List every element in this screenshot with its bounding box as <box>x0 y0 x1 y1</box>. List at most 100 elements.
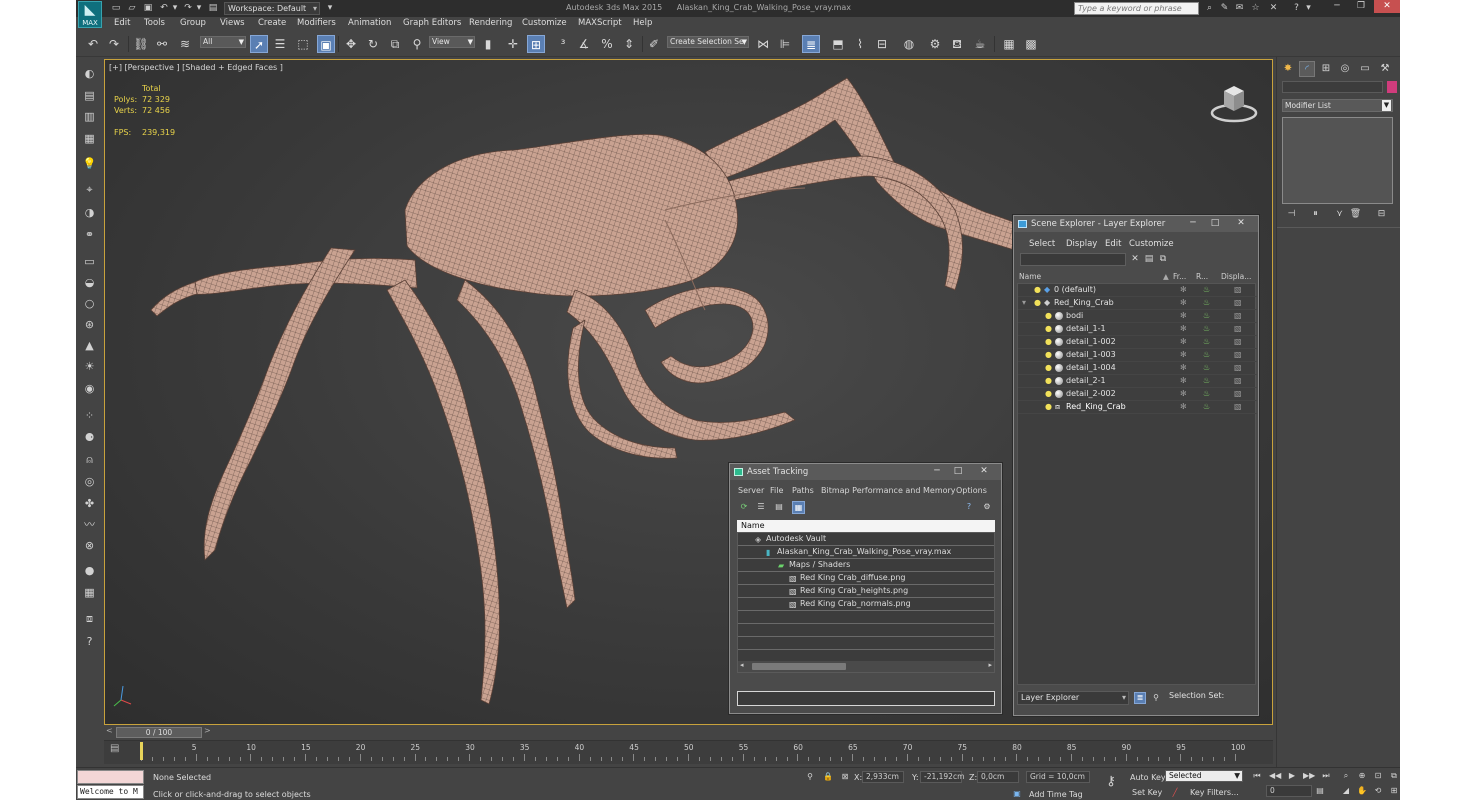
at-menu-server[interactable]: Server <box>738 486 764 495</box>
close-window-button[interactable]: ✕ <box>1374 0 1400 13</box>
absolute-mode-icon[interactable]: ⊠ <box>839 771 851 783</box>
at-menu-paths[interactable]: Paths <box>792 486 814 495</box>
redo-dropdown-icon[interactable]: ▾ <box>193 2 205 14</box>
bulb-icon[interactable]: ● <box>1045 363 1052 372</box>
track-bar[interactable]: ▤ 5 10 15 20 25 30 35 40 45 50 55 60 65 70 75 80 85 90 95 1… <box>104 740 1273 764</box>
next-frame-icon[interactable]: > <box>204 726 211 735</box>
time-slider[interactable]: < 0 / 100 > <box>104 726 1273 738</box>
particles-icon[interactable]: ⁘ <box>81 407 98 424</box>
material-ball-icon[interactable]: ● <box>81 562 98 579</box>
set-key-icon[interactable]: ╱ <box>1169 787 1181 799</box>
object-color-swatch[interactable] <box>1387 81 1397 93</box>
key-mode-dropdown[interactable]: Selected ▼ <box>1165 770 1243 782</box>
bulb-icon[interactable]: ● <box>1045 389 1052 398</box>
group-row[interactable]: ● ⧈ Red_King_Crab ✻ ♨ ▧ <box>1018 401 1257 414</box>
time-tag-icon[interactable]: ▣ <box>1011 788 1023 800</box>
create-layer-icon[interactable]: ▤ <box>1143 253 1155 265</box>
display-icon[interactable]: ▧ <box>1234 337 1242 346</box>
render-elements-icon[interactable]: ▦ <box>81 584 98 601</box>
next-key-icon[interactable]: ▶▶ <box>1303 770 1315 782</box>
toggle-scene-explorer-icon[interactable]: ≣ <box>802 35 820 53</box>
align-icon[interactable]: ⊫ <box>776 35 794 53</box>
maximize-panel-button[interactable]: □ <box>1208 217 1222 229</box>
bulb-icon[interactable]: ● <box>1045 337 1052 346</box>
display-icon[interactable]: ▧ <box>1234 389 1242 398</box>
sort-by-hierarchy-icon[interactable]: ⚲ <box>1150 692 1162 704</box>
layer-explorer-icon[interactable]: ⬒ <box>829 35 847 53</box>
modify-tab-icon[interactable]: ◜ <box>1299 61 1315 77</box>
menu-help[interactable]: Help <box>633 18 652 28</box>
key-icon[interactable]: ⚷ <box>1102 775 1120 792</box>
rendered-frame-window-icon[interactable]: ⛾ <box>948 35 966 53</box>
add-to-layer-icon[interactable]: ⧉ <box>1157 253 1169 265</box>
layer-row[interactable]: ▾ ● ◆ Red_King_Crab ✻ ♨ ▧ <box>1018 297 1257 310</box>
window-crossing-icon[interactable]: ▣ <box>317 35 335 53</box>
spotlight-icon[interactable]: ◑ <box>81 204 98 221</box>
menu-customize[interactable]: Customize <box>522 18 567 28</box>
explorer-type-dropdown[interactable]: Layer Explorer ▾ <box>1017 691 1129 705</box>
save-file-icon[interactable]: ▣ <box>142 2 154 14</box>
freeze-icon[interactable]: ✻ <box>1180 324 1187 333</box>
object-row[interactable]: ● detail_1-004 ✻ ♨ ▧ <box>1018 362 1257 375</box>
scene-explorer-search-input[interactable] <box>1020 253 1126 266</box>
mini-curve-editor-icon[interactable]: ▤ <box>110 743 119 754</box>
cloth-icon[interactable]: ⊗ <box>81 537 98 554</box>
new-scene-icon[interactable]: ▭ <box>110 2 122 14</box>
z-coordinate-field[interactable]: 0,0cm <box>977 771 1019 783</box>
time-configuration-icon[interactable]: ▤ <box>1314 785 1326 797</box>
render-icon[interactable]: ▤ <box>81 87 98 104</box>
options-help-icon[interactable]: ⚙ <box>981 501 993 513</box>
favorites-star-icon[interactable]: ☆ <box>1249 1 1262 16</box>
column-renderable[interactable]: R... <box>1196 272 1208 282</box>
bones-icon[interactable]: ⚈ <box>81 429 98 446</box>
thumbnail-view-icon[interactable]: ▤ <box>773 501 785 513</box>
display-icon[interactable]: ▧ <box>1234 311 1242 320</box>
redo-icon[interactable]: ↷ <box>105 35 123 53</box>
play-icon[interactable]: ▶ <box>1286 770 1298 782</box>
unlink-selection-icon[interactable]: ⚯ <box>153 35 171 53</box>
object-row[interactable]: ● detail_2-002 ✻ ♨ ▧ <box>1018 388 1257 401</box>
freeze-icon[interactable]: ✻ <box>1180 376 1187 385</box>
asset-column-name[interactable]: Name <box>737 520 995 532</box>
cone-icon[interactable]: ▲ <box>81 337 98 354</box>
go-to-start-icon[interactable]: ⏮ <box>1251 770 1263 782</box>
select-and-link-icon[interactable]: ⛓ <box>132 35 150 53</box>
freeze-icon[interactable]: ✻ <box>1180 363 1187 372</box>
angle-snap-icon[interactable]: ∡ <box>575 35 593 53</box>
menu-maxscript[interactable]: MAXScript <box>578 18 622 28</box>
field-of-view-icon[interactable]: ◢ <box>1340 785 1352 797</box>
display-tab-icon[interactable]: ▭ <box>1357 61 1373 77</box>
list-view-icon[interactable]: ☰ <box>755 501 767 513</box>
undo-icon[interactable]: ↶ <box>84 35 102 53</box>
bulb-icon[interactable]: ● <box>1034 298 1041 307</box>
dome-icon[interactable]: ◒ <box>81 274 98 291</box>
se-menu-display[interactable]: Display <box>1066 239 1097 249</box>
menu-edit[interactable]: Edit <box>114 18 130 28</box>
minimize-panel-button[interactable]: ─ <box>930 465 944 477</box>
restore-window-button[interactable]: ❐ <box>1349 0 1373 13</box>
teapot-icon[interactable]: ♨ <box>1203 311 1210 320</box>
configure-modifier-sets-icon[interactable]: ⊟ <box>1375 208 1388 221</box>
column-display[interactable]: Displa... <box>1221 272 1251 282</box>
se-menu-customize[interactable]: Customize <box>1129 239 1174 249</box>
go-to-end-icon[interactable]: ⏭ <box>1320 770 1332 782</box>
communication-icon[interactable]: ✉ <box>1233 1 1246 16</box>
current-frame-field[interactable]: 0 <box>1266 785 1312 797</box>
select-by-name-icon[interactable]: ☰ <box>271 35 289 53</box>
daylight-icon[interactable]: ⚭ <box>81 226 98 243</box>
bulb-icon[interactable]: ● <box>1045 311 1052 320</box>
percent-snap-icon[interactable]: % <box>598 35 616 53</box>
column-frozen[interactable]: Fr... <box>1173 272 1186 282</box>
se-menu-select[interactable]: Select <box>1029 239 1055 249</box>
add-time-tag[interactable]: Add Time Tag <box>1029 790 1083 799</box>
hair-fur-icon[interactable]: 〰 <box>81 516 98 533</box>
maxscript-listener-mini[interactable] <box>77 770 144 784</box>
object-name-field[interactable] <box>1282 81 1383 93</box>
camera-tool-icon[interactable]: ⌖ <box>81 181 98 198</box>
menu-group[interactable]: Group <box>180 18 206 28</box>
at-menu-bitmap-performance[interactable]: Bitmap Performance and Memory <box>821 486 956 495</box>
undo-dropdown-icon[interactable]: ▾ <box>169 2 181 14</box>
zoom-extents-all-icon[interactable]: ⧉ <box>1388 770 1400 782</box>
scrollbar-thumb[interactable] <box>752 663 846 670</box>
exchange-icon[interactable]: ✕ <box>1267 1 1280 16</box>
